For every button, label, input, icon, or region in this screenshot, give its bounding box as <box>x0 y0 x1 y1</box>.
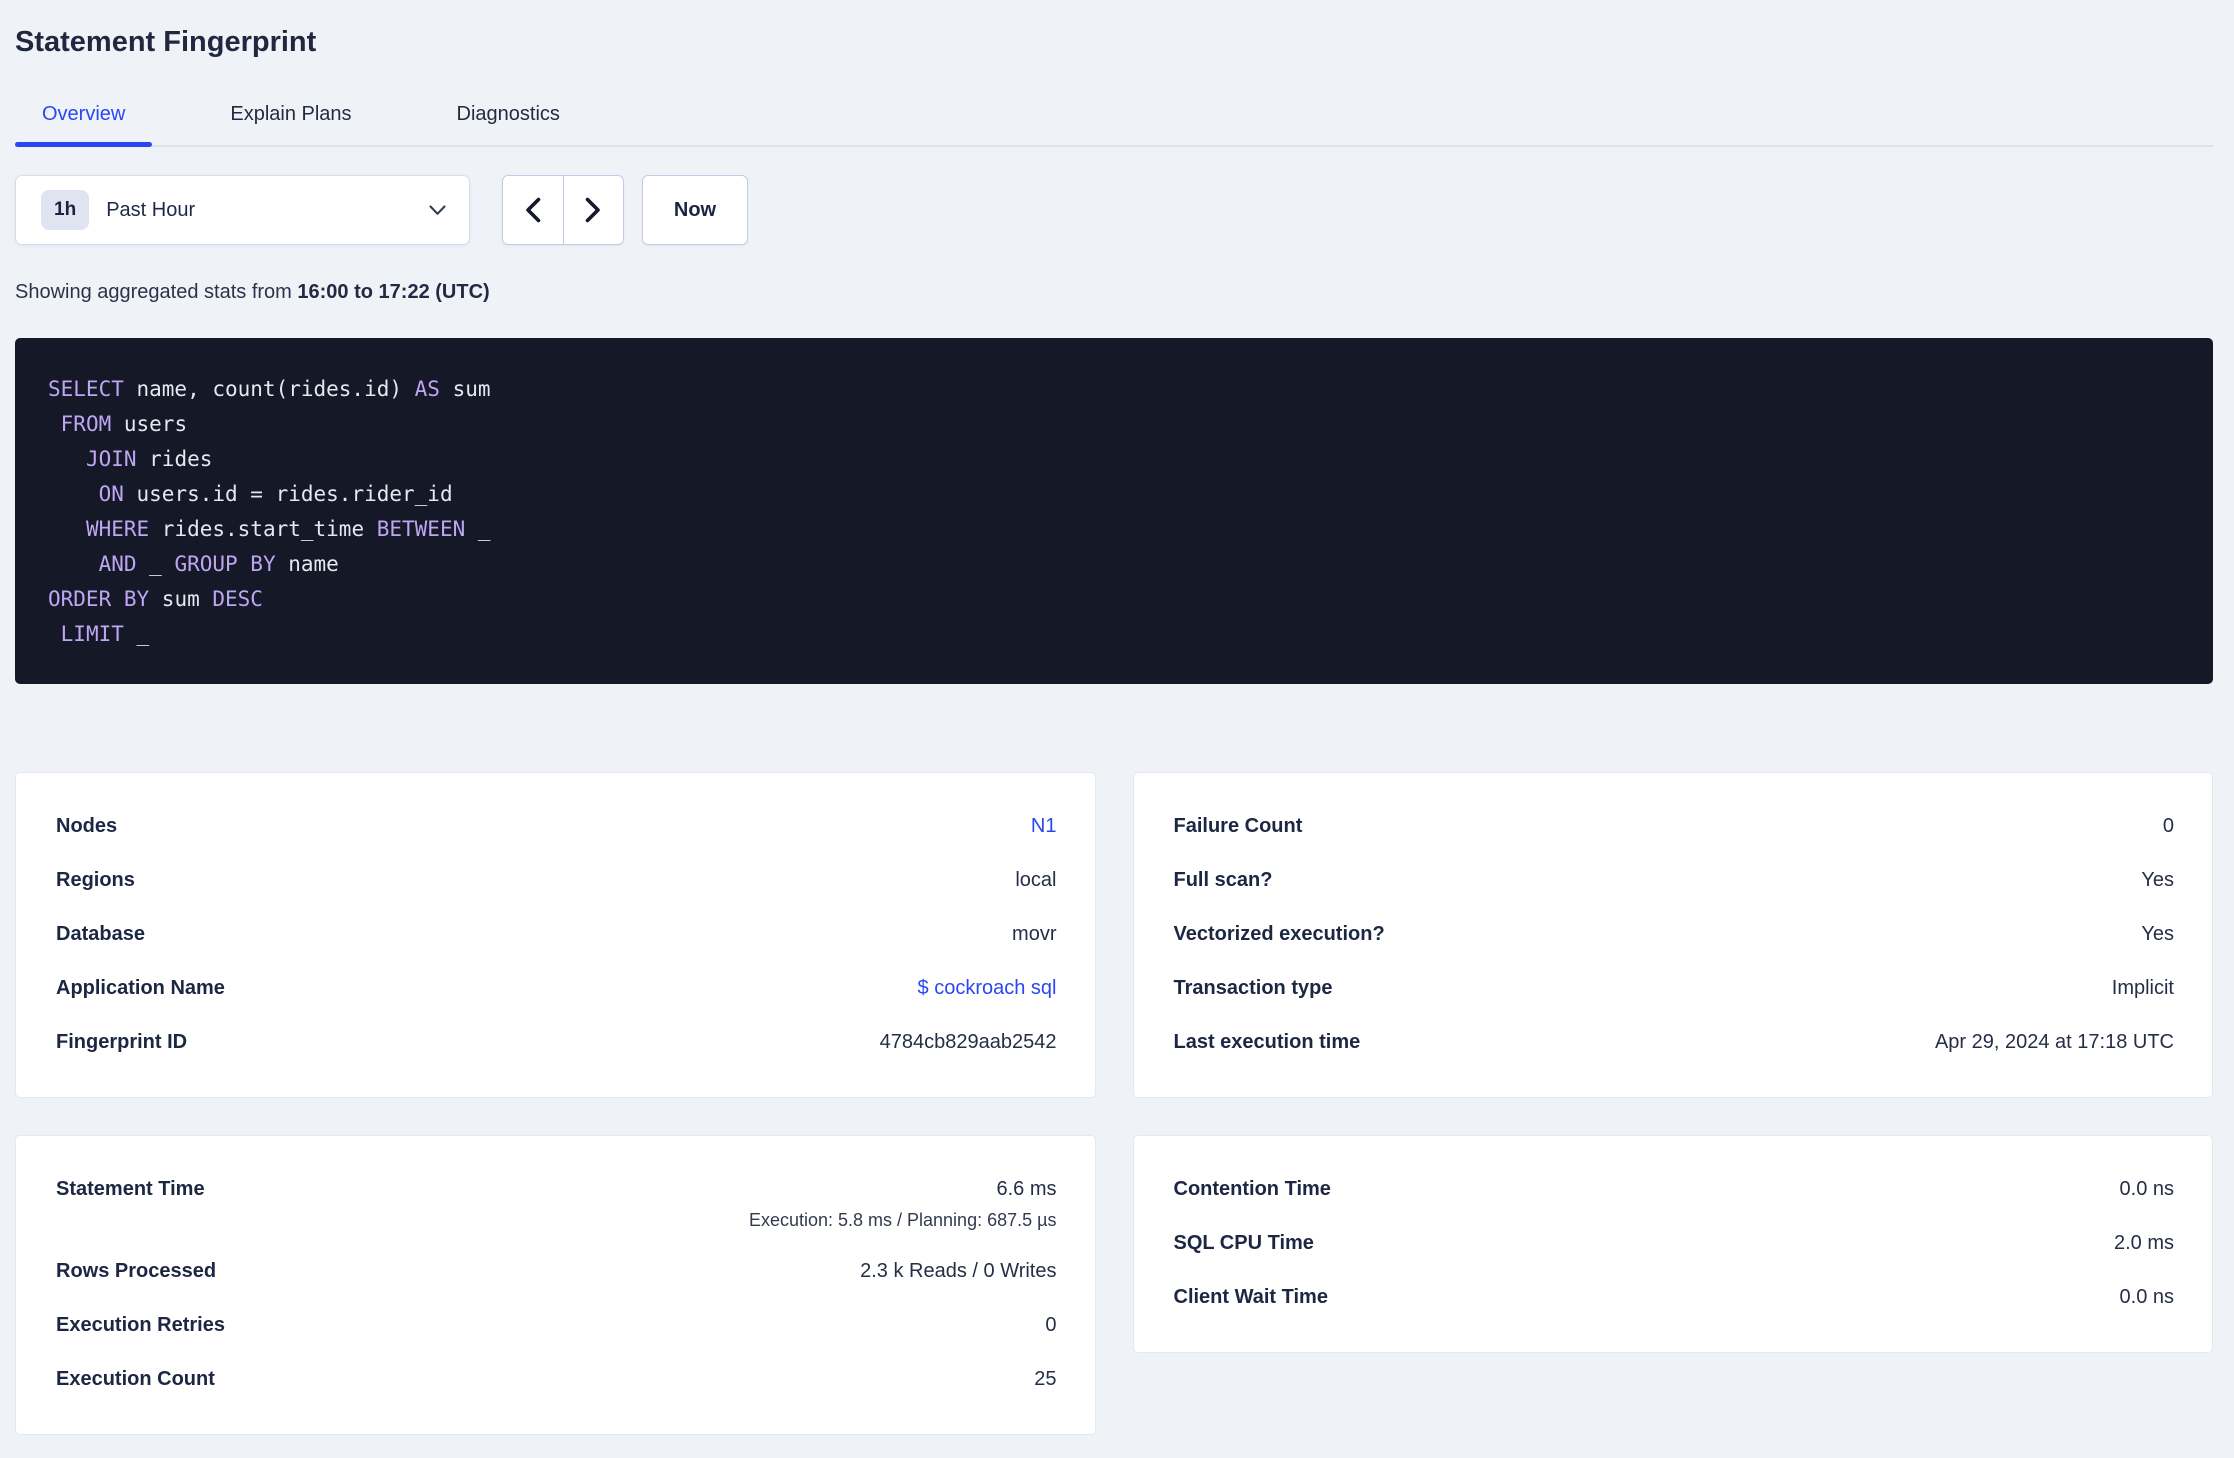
stat-value: 0 <box>1045 1314 1057 1336</box>
stat-row: Statement Time 6.6 ms Execution: 5.8 ms / … <box>56 1172 1057 1234</box>
stat-label: Nodes <box>56 815 118 837</box>
stat-label: Execution Count <box>56 1368 215 1390</box>
stat-value: Implicit <box>2111 977 2174 999</box>
stat-label: Rows Processed <box>56 1260 217 1282</box>
chevron-down-icon <box>429 204 446 216</box>
stat-label: Fingerprint ID <box>56 1031 188 1053</box>
stat-row: SQL CPU Time 2.0 ms <box>1174 1226 2175 1260</box>
stat-value: 25 <box>1034 1368 1057 1390</box>
details-card-right: Failure Count 0 Full scan? Yes Vectorized ex… <box>1132 772 2213 1098</box>
stat-label: Regions <box>56 869 135 891</box>
stat-row: Nodes N1 <box>56 809 1057 843</box>
stat-value: local <box>1015 869 1057 891</box>
stats-cards-grid: Nodes N1 Regions local Database movr Applicati… <box>15 772 2213 1435</box>
sql-line: AND _ GROUP BY name <box>98 552 339 576</box>
chevron-right-icon <box>585 197 601 223</box>
stat-row: Regions local <box>56 863 1057 897</box>
stat-label: Vectorized execution? <box>1173 923 1385 945</box>
stat-value: Yes <box>2141 923 2174 945</box>
chevron-left-icon <box>525 197 541 223</box>
sql-line: LIMIT _ <box>60 622 150 646</box>
stat-row: Transaction type Implicit <box>1174 971 2175 1005</box>
stat-row: Fingerprint ID 4784cb829aab2542 <box>56 1025 1057 1059</box>
stat-label: Contention Time <box>1173 1178 1331 1200</box>
aggregated-stats-summary: Showing aggregated stats from 16:00 to 1… <box>15 280 2213 304</box>
stat-row: Execution Count 25 <box>56 1362 1057 1396</box>
time-toolbar: 1h Past Hour Now <box>15 175 2213 245</box>
stat-value: 0 <box>2162 815 2174 837</box>
stat-value: 4784cb829aab2542 <box>879 1031 1057 1053</box>
summary-time-range: 16:00 to 17:22 (UTC) <box>297 281 490 303</box>
next-range-button[interactable] <box>564 176 624 244</box>
stat-label: Full scan? <box>1173 869 1273 891</box>
stat-value: 0.0 ns <box>2119 1178 2174 1200</box>
stat-value: 2.0 ms <box>2113 1232 2174 1254</box>
sql-line: JOIN rides <box>85 447 213 471</box>
stat-value: movr <box>1012 923 1057 945</box>
now-button[interactable]: Now <box>642 175 748 245</box>
page-title: Statement Fingerprint <box>15 26 317 58</box>
stat-label: Application Name <box>56 977 225 999</box>
stat-row: Application Name $ cockroach sql <box>56 971 1057 1005</box>
sql-statement: SELECT name, count(rides.id) AS sum FROM… <box>15 338 2213 684</box>
stat-row: Last execution time Apr 29, 2024 at 17:18… <box>1174 1025 2175 1059</box>
tab-bar: Overview Explain Plans Diagnostics <box>15 100 2213 147</box>
stat-value: 0.0 ns <box>2119 1286 2174 1308</box>
stat-value: Yes <box>2141 869 2174 891</box>
stat-label: Statement Time <box>56 1178 205 1200</box>
prev-range-button[interactable] <box>503 176 564 244</box>
timing-card-left: Statement Time 6.6 ms Execution: 5.8 ms / … <box>15 1135 1096 1435</box>
stat-subvalue: Execution: 5.8 ms / Planning: 687.5 µs <box>748 1210 1057 1230</box>
statement-fingerprint-page: Statement Fingerprint Overview Explain P… <box>0 0 2234 1435</box>
stat-label: Execution Retries <box>56 1314 225 1336</box>
time-step-buttons <box>502 175 624 245</box>
stat-row: Vectorized execution? Yes <box>1174 917 2175 951</box>
sql-line: ORDER BY sum DESC <box>48 587 263 611</box>
stat-row: Full scan? Yes <box>1174 863 2175 897</box>
stat-value-link[interactable]: N1 <box>1031 809 1057 843</box>
summary-prefix: Showing aggregated stats from <box>15 281 298 303</box>
stat-value: 6.6 ms Execution: 5.8 ms / Planning: 687.… <box>749 1172 1057 1234</box>
stat-row: Client Wait Time 0.0 ns <box>1174 1280 2175 1314</box>
stat-label: Failure Count <box>1173 815 1303 837</box>
stat-row: Execution Retries 0 <box>56 1308 1057 1342</box>
stat-label: Last execution time <box>1173 1031 1361 1053</box>
stat-row: Rows Processed 2.3 k Reads / 0 Writes <box>56 1254 1057 1288</box>
stat-value-link[interactable]: $ cockroach sql <box>918 971 1057 1005</box>
stat-label: Database <box>56 923 145 945</box>
stat-value: Apr 29, 2024 at 17:18 UTC <box>1934 1031 2174 1053</box>
timing-card-right: Contention Time 0.0 ns SQL CPU Time 2.0 ms C… <box>1132 1135 2213 1353</box>
tab-explain-plans[interactable]: Explain Plans <box>203 100 378 145</box>
sql-line: WHERE rides.start_time BETWEEN _ <box>85 517 491 541</box>
tab-overview[interactable]: Overview <box>15 100 153 147</box>
stat-row: Contention Time 0.0 ns <box>1174 1172 2175 1206</box>
stat-row: Failure Count 0 <box>1174 809 2175 843</box>
stat-label: SQL CPU Time <box>1173 1232 1314 1254</box>
sql-line: FROM users <box>60 412 188 436</box>
tab-diagnostics[interactable]: Diagnostics <box>430 100 587 145</box>
time-range-picker[interactable]: 1h Past Hour <box>15 175 470 245</box>
stat-label: Transaction type <box>1173 977 1333 999</box>
details-card-left: Nodes N1 Regions local Database movr Applicati… <box>15 772 1096 1098</box>
time-interval-badge: 1h <box>41 190 90 230</box>
stat-row: Database movr <box>56 917 1057 951</box>
stat-value: 2.3 k Reads / 0 Writes <box>860 1260 1057 1282</box>
time-range-label: Past Hour <box>106 198 196 221</box>
sql-line: SELECT name, count(rides.id) AS sum <box>48 377 491 401</box>
stat-label: Client Wait Time <box>1173 1286 1328 1308</box>
sql-line: ON users.id = rides.rider_id <box>98 482 453 506</box>
